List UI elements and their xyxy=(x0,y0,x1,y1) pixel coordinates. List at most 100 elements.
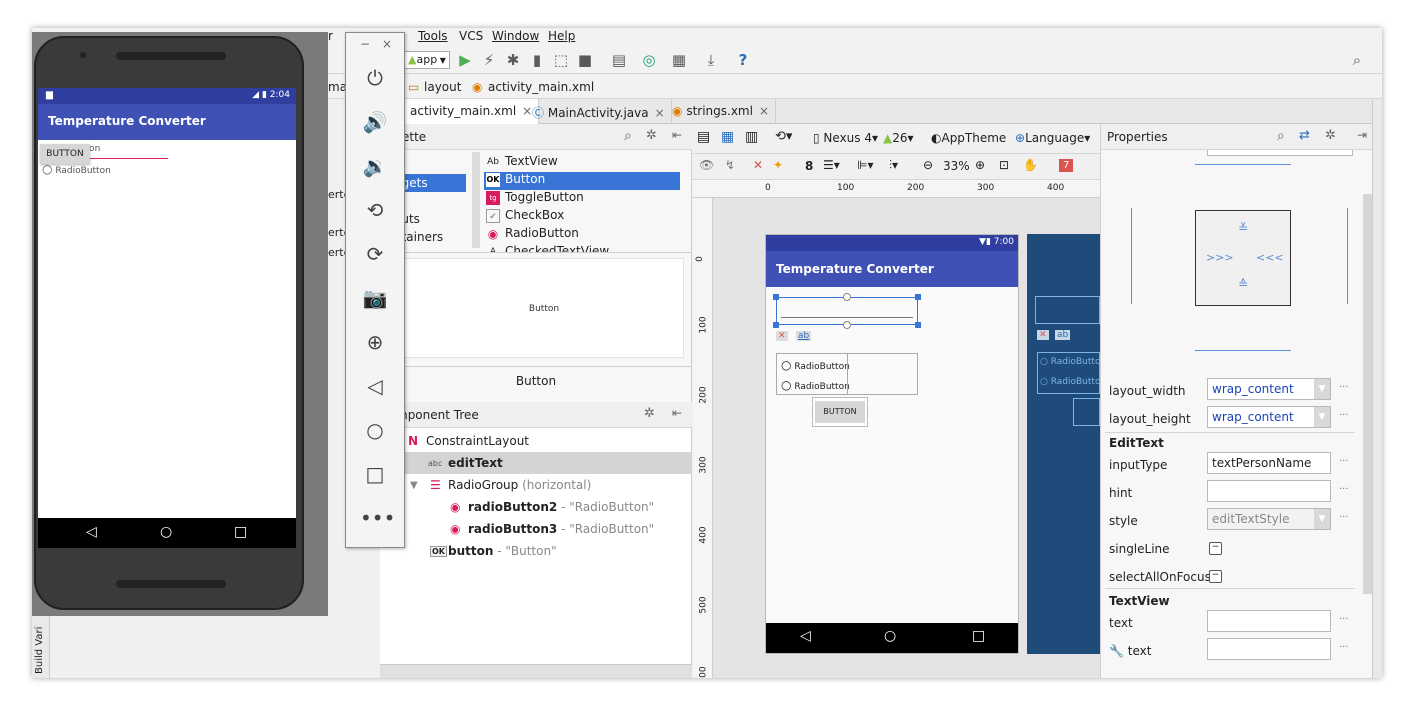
theme-selector[interactable]: ◐AppTheme xyxy=(931,131,1006,145)
preview-button-outline[interactable]: BUTTON xyxy=(812,397,868,427)
clear-constraints-icon[interactable]: ✕ xyxy=(753,158,763,172)
search-icon[interactable]: ⌕ xyxy=(624,128,632,144)
close-icon[interactable]: × xyxy=(382,37,392,51)
constraint-anchor[interactable] xyxy=(843,321,851,329)
emulator-button[interactable]: BUTTON xyxy=(40,144,90,164)
home-icon[interactable]: ○ xyxy=(160,524,172,540)
blueprint-icon[interactable]: ▦ xyxy=(721,129,734,145)
infer-constraints-icon[interactable]: ✦ xyxy=(773,158,783,172)
search-icon[interactable]: ⌕ xyxy=(1277,128,1285,144)
rotate-right-icon[interactable]: ⟳ xyxy=(360,239,390,269)
palette-item-radiobutton[interactable]: ◉ RadioButton xyxy=(484,226,680,244)
tree-row-constraintlayout[interactable]: N ConstraintLayout xyxy=(380,430,692,452)
zoom-out-icon[interactable]: ⊖ xyxy=(923,158,933,172)
preview-radiogroup[interactable]: ○ RadioButton ○ RadioButton xyxy=(776,353,918,395)
more-icon[interactable]: ··· xyxy=(1339,410,1349,421)
overview-icon[interactable]: □ xyxy=(360,459,390,489)
close-icon[interactable]: × xyxy=(759,104,769,118)
menu-item-vcs[interactable]: VCS xyxy=(459,29,483,43)
show-constraints-icon[interactable]: 👁 xyxy=(699,158,714,172)
zoom-icon[interactable]: ⊕ xyxy=(360,327,390,357)
api-selector[interactable]: ▲26▾ xyxy=(883,131,914,145)
rotate-left-icon[interactable]: ⟲ xyxy=(360,195,390,225)
sync-icon[interactable]: ◎ xyxy=(640,51,658,69)
clear-constraints-icon[interactable]: ✕ xyxy=(776,331,788,341)
constraint-anchor[interactable] xyxy=(843,293,851,301)
emulator-screen[interactable]: ▆ ◢ ▮ 2:04 Temperature Converter tton BU… xyxy=(38,88,296,548)
profile-icon[interactable]: ▮ xyxy=(528,51,546,69)
power-icon[interactable]: ⏻ xyxy=(360,63,390,93)
menu-item-partial[interactable]: r xyxy=(328,29,333,43)
recents-icon[interactable]: □ xyxy=(234,524,247,540)
menu-item-window[interactable]: Window xyxy=(492,29,539,43)
tab-main-activity[interactable]: Ⓒ MainActivity.java × xyxy=(526,99,672,124)
expand-arrow-icon[interactable]: ▼ xyxy=(410,480,418,491)
apply-changes-icon[interactable]: ⚡ xyxy=(480,51,498,69)
error-count-badge[interactable]: 7 xyxy=(1059,159,1074,172)
pan-icon[interactable]: ✋ xyxy=(1023,158,1038,172)
preview-radio-2[interactable]: ○ RadioButton xyxy=(781,378,850,392)
preview-radio-1[interactable]: ○ RadioButton xyxy=(781,358,850,372)
gear-icon[interactable]: ✲ xyxy=(1325,128,1336,143)
back-icon[interactable]: ◁ xyxy=(360,371,390,401)
help-icon[interactable]: ? xyxy=(734,51,752,69)
volume-up-icon[interactable]: 🔊 xyxy=(360,107,390,137)
breadcrumb-activity-main[interactable]: activity_main.xml xyxy=(488,80,594,94)
default-margin[interactable]: 8 xyxy=(805,159,813,173)
menu-item-tools[interactable]: Tools xyxy=(418,29,448,43)
emulator-radio[interactable]: ○ RadioButton xyxy=(42,162,111,176)
palette-item-togglebutton[interactable]: tg ToggleButton xyxy=(484,190,680,208)
back-icon[interactable]: ◁ xyxy=(86,524,97,540)
height-wrap-icon[interactable]: ≙ xyxy=(1238,277,1248,291)
more-icon[interactable]: ··· xyxy=(1339,456,1349,467)
more-icon[interactable]: ··· xyxy=(1339,382,1349,393)
blueprint-preview[interactable]: ✕ ab ○ RadioButton ○ RadioButton xyxy=(1027,234,1100,654)
search-everywhere-icon[interactable]: ⌕ xyxy=(1348,51,1366,69)
menu-item-help[interactable]: Help xyxy=(548,29,575,43)
more-icon[interactable]: ··· xyxy=(1339,512,1349,523)
palette-item-button[interactable]: OK Button xyxy=(484,172,680,190)
height-wrap-icon[interactable]: ≚ xyxy=(1238,221,1248,235)
build-variants-tab[interactable]: Build Vari xyxy=(32,616,50,678)
gear-icon[interactable]: ✲ xyxy=(646,128,657,143)
style-select[interactable]: editTextStyle ▼ xyxy=(1207,508,1331,530)
width-wrap-icon[interactable]: <<< xyxy=(1256,251,1284,264)
minimize-icon[interactable]: − xyxy=(360,37,370,51)
more-icon[interactable]: ··· xyxy=(1339,484,1349,495)
avd-manager-icon[interactable]: ▤ xyxy=(610,51,628,69)
text-field[interactable] xyxy=(1207,610,1331,632)
more-icon[interactable]: ··· xyxy=(1339,642,1349,653)
width-wrap-icon[interactable]: >>> xyxy=(1206,251,1234,264)
resize-handle[interactable] xyxy=(773,294,779,300)
id-field-partial[interactable] xyxy=(1207,150,1353,156)
run-config-select[interactable]: ▲app ▼ xyxy=(404,51,450,69)
hide-panel-icon[interactable]: ⇥ xyxy=(1357,128,1367,142)
device-preview[interactable]: ▼▮ 7:00 Temperature Converter ✕ ab ○ Rad… xyxy=(765,234,1019,654)
singleline-checkbox[interactable]: − xyxy=(1209,542,1222,555)
palette-item-checkbox[interactable]: ✔ CheckBox xyxy=(484,208,680,226)
guidelines-icon[interactable]: ⫶▾ xyxy=(889,158,898,173)
pack-icon[interactable]: ☰▾ xyxy=(823,158,840,172)
more-icon[interactable]: ··· xyxy=(1339,614,1349,625)
zoom-in-icon[interactable]: ⊕ xyxy=(975,158,985,172)
baseline-icon[interactable]: ab xyxy=(796,331,812,341)
language-selector[interactable]: ⊕Language▾ xyxy=(1015,131,1090,145)
run-icon[interactable]: ▶ xyxy=(456,51,474,69)
tree-row-radiogroup[interactable]: ▼ ☰ RadioGroup (horizontal) xyxy=(380,474,692,496)
breadcrumb-layout[interactable]: layout xyxy=(424,80,461,94)
palette-item-textview[interactable]: Ab TextView xyxy=(484,154,680,172)
preview-edittext-selected[interactable] xyxy=(773,293,921,329)
project-structure-icon[interactable]: ▦ xyxy=(670,51,688,69)
volume-down-icon[interactable]: 🔉 xyxy=(360,151,390,181)
tree-row-radiobutton2[interactable]: ◉ radioButton2 - "RadioButton" xyxy=(380,496,692,518)
orientation-icon[interactable]: ⟲▾ xyxy=(775,129,792,144)
layout-width-select[interactable]: wrap_content ▼ xyxy=(1207,378,1331,400)
resize-handle[interactable] xyxy=(915,322,921,328)
attach-debugger-icon[interactable]: ⬚ xyxy=(552,51,570,69)
device-selector[interactable]: ▯ Nexus 4▾ xyxy=(813,131,878,145)
tree-row-edittext[interactable]: abc editText xyxy=(380,452,692,474)
hint-field[interactable] xyxy=(1207,480,1331,502)
gear-icon[interactable]: ✲ xyxy=(644,406,655,421)
tools-text-field[interactable] xyxy=(1207,638,1331,660)
debug-icon[interactable]: ✱ xyxy=(504,51,522,69)
